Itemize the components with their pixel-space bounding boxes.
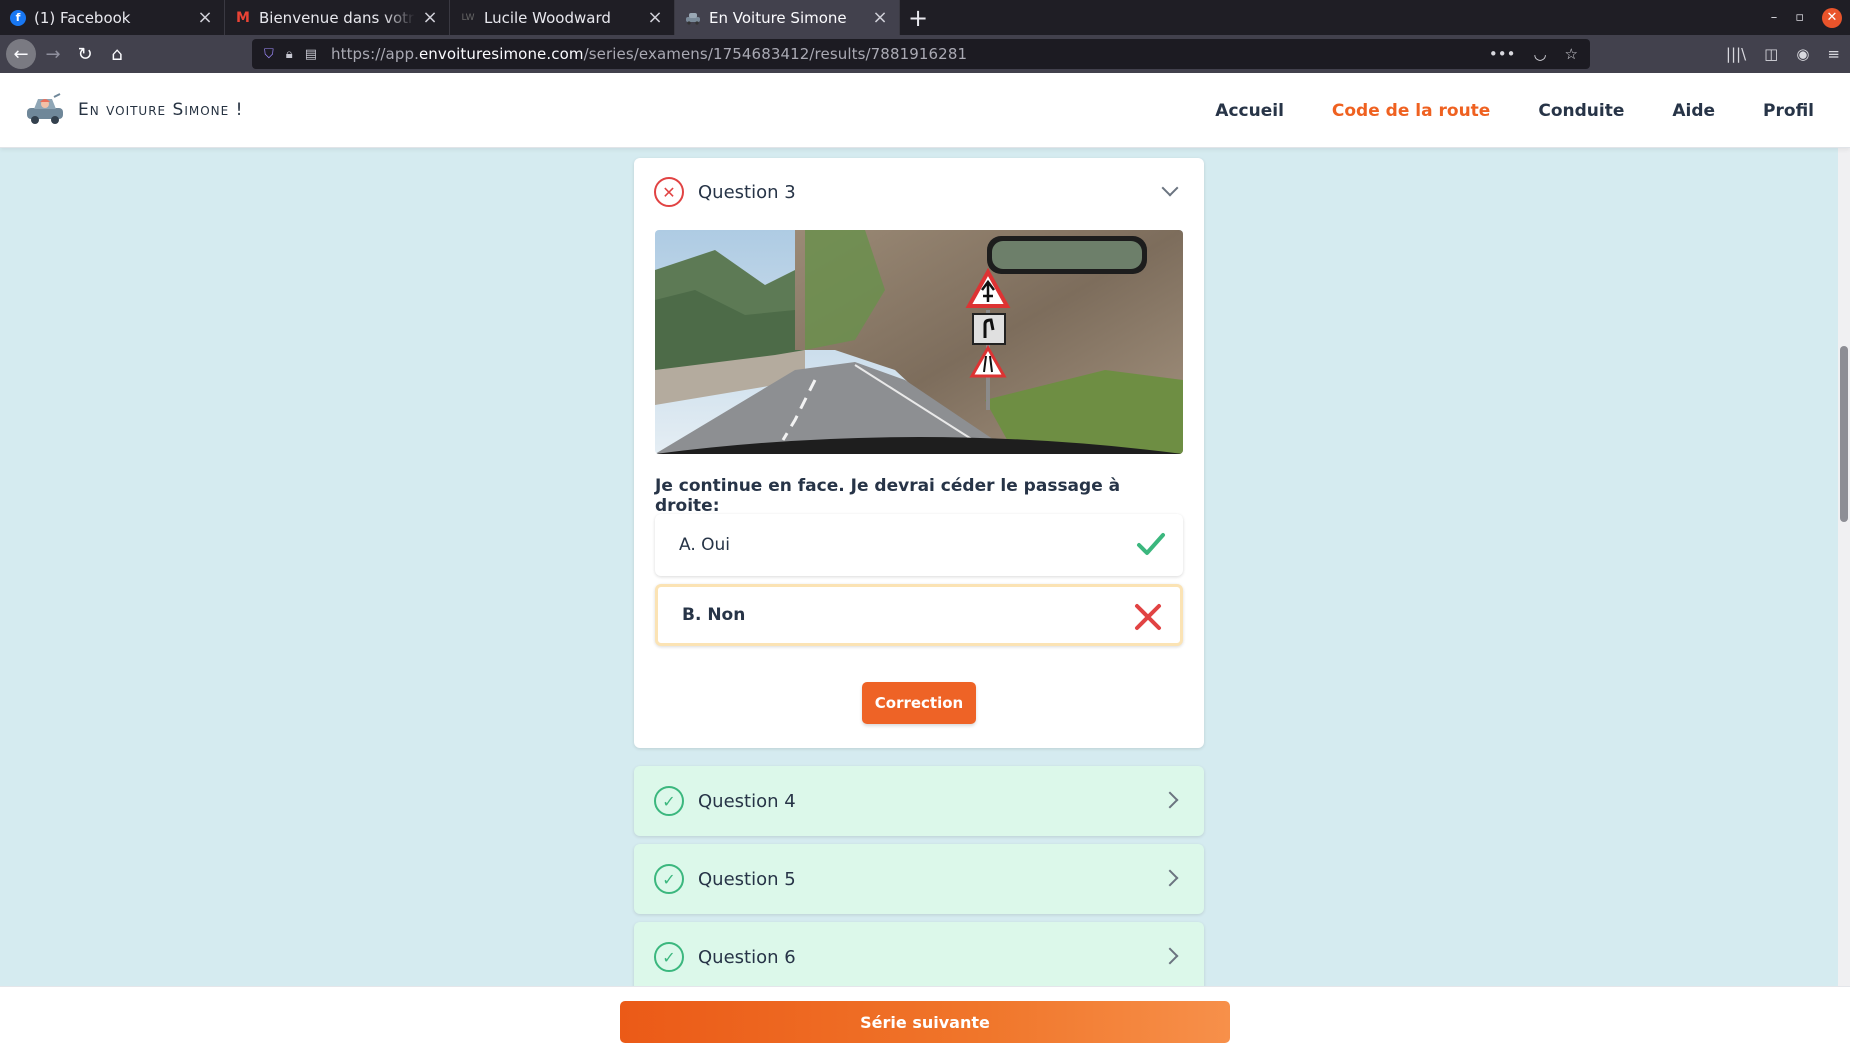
answer-label: B. Non (682, 605, 746, 625)
tab-gmail[interactable]: M Bienvenue dans votre pr × (225, 0, 450, 35)
sticky-footer: Série suivante (0, 986, 1850, 1055)
tab-facebook[interactable]: f (1) Facebook × (0, 0, 225, 35)
site-header: En voiture Simone ! Accueil Code de la r… (0, 73, 1850, 148)
url-text[interactable]: https://app.envoituresimone.com/series/e… (331, 45, 967, 63)
question-photo (655, 230, 1183, 454)
chevron-right-icon[interactable] (1161, 947, 1179, 965)
page-scrollbar[interactable] (1838, 148, 1850, 986)
cross-icon (1132, 601, 1164, 633)
main-menu: Accueil Code de la route Conduite Aide P… (1215, 73, 1814, 148)
menu-conduite[interactable]: Conduite (1538, 101, 1624, 121)
correct-status-icon: ✓ (654, 864, 684, 894)
menu-accueil[interactable]: Accueil (1215, 101, 1284, 121)
answer-a[interactable]: A. Oui (655, 514, 1183, 576)
url-domain: envoituresimone.com (418, 45, 584, 63)
close-icon[interactable]: × (421, 7, 439, 28)
menu-icon[interactable]: ≡ (1827, 45, 1840, 63)
scrollbar-thumb[interactable] (1840, 346, 1848, 522)
close-icon[interactable]: × (871, 7, 889, 28)
browser-tools: |||\ ◫ ◉ ≡ (1726, 35, 1840, 73)
window-controls: – ▫ ✕ (1771, 0, 1842, 35)
correct-status-icon: ✓ (654, 942, 684, 972)
tab-title: Lucile Woodward (484, 8, 611, 27)
lw-icon: LW (461, 12, 475, 23)
answer-label: A. Oui (679, 535, 731, 555)
chevron-down-icon[interactable] (1161, 179, 1179, 197)
bookmark-star-icon[interactable]: ☆ (1565, 45, 1578, 63)
account-icon[interactable]: ◉ (1796, 45, 1809, 63)
next-series-button[interactable]: Série suivante (620, 1001, 1230, 1043)
brand-name: En voiture Simone ! (78, 100, 244, 120)
question-card-collapsed[interactable]: ✓ Question 5 (634, 844, 1204, 914)
question-label: Question 4 (698, 790, 796, 812)
check-icon (1135, 528, 1167, 560)
reader-icon[interactable]: ▤ (305, 47, 317, 62)
site-logo[interactable]: En voiture Simone ! (24, 93, 243, 127)
new-tab-button[interactable]: + (900, 0, 936, 35)
correction-button[interactable]: Correction (862, 682, 976, 724)
car-logo-icon (24, 93, 66, 127)
sidebar-icon[interactable]: ◫ (1764, 45, 1778, 63)
question-card-open: ✕ Question 3 Je continue en face. Je dev… (634, 158, 1204, 748)
browser-tab-strip: f (1) Facebook × M Bienvenue dans votre … (0, 0, 1850, 35)
tab-en-voiture-simone[interactable]: En Voiture Simone × (675, 0, 900, 35)
gmail-icon: M (236, 9, 250, 26)
reload-icon[interactable]: ↻ (70, 39, 100, 69)
tab-title: Bienvenue dans votre pr (259, 8, 415, 27)
close-icon[interactable]: × (196, 7, 214, 28)
shield-icon[interactable]: ⛉ (264, 47, 274, 62)
library-icon[interactable]: |||\ (1726, 45, 1746, 63)
more-actions-icon[interactable]: ••• (1489, 45, 1516, 63)
chevron-right-icon[interactable] (1161, 791, 1179, 809)
tab-lucile-woodward[interactable]: LW Lucile Woodward × (450, 0, 675, 35)
web-page: En voiture Simone ! Accueil Code de la r… (0, 73, 1850, 1055)
correct-status-icon: ✓ (654, 786, 684, 816)
question-label: Question 6 (698, 946, 796, 968)
question-label: Question 3 (698, 181, 796, 203)
minimize-icon[interactable]: – (1771, 10, 1778, 25)
forward-icon[interactable]: → (38, 39, 68, 69)
question-card-collapsed[interactable]: ✓ Question 6 (634, 922, 1204, 992)
question-label: Question 5 (698, 868, 796, 890)
url-path: /series/examens/1754683412/results/78819… (583, 45, 968, 63)
menu-code-de-la-route[interactable]: Code de la route (1332, 101, 1490, 121)
restore-icon[interactable]: ▫ (1795, 10, 1804, 25)
answer-b-selected[interactable]: B. Non (655, 584, 1183, 646)
home-icon[interactable]: ⌂ (102, 39, 132, 69)
pocket-icon[interactable]: ◡ (1533, 45, 1546, 63)
close-icon[interactable]: × (646, 7, 664, 28)
menu-aide[interactable]: Aide (1672, 101, 1715, 121)
wrong-status-icon: ✕ (654, 177, 684, 207)
question-header: ✓ Question 4 (654, 785, 796, 817)
question-header: ✓ Question 6 (654, 941, 796, 973)
browser-navbar: ← → ↻ ⌂ ⛉ 🔒︎ ▤ https://app.envoituresimo… (0, 35, 1850, 73)
close-window-icon[interactable]: ✕ (1822, 7, 1842, 28)
chevron-right-icon[interactable] (1161, 869, 1179, 887)
tab-title: En Voiture Simone (709, 8, 847, 27)
url-prefix: https://app. (330, 45, 419, 63)
question-header[interactable]: ✕ Question 3 (654, 176, 796, 208)
question-card-collapsed[interactable]: ✓ Question 4 (634, 766, 1204, 836)
lock-icon: 🔒︎ (285, 46, 293, 62)
url-bar[interactable]: ⛉ 🔒︎ ▤ https://app.envoituresimone.com/s… (252, 39, 1590, 69)
back-icon[interactable]: ← (6, 39, 36, 69)
menu-profil[interactable]: Profil (1763, 101, 1814, 121)
facebook-icon: f (10, 9, 26, 26)
tab-title: (1) Facebook (34, 8, 131, 27)
question-header: ✓ Question 5 (654, 863, 796, 895)
car-icon (685, 10, 701, 26)
